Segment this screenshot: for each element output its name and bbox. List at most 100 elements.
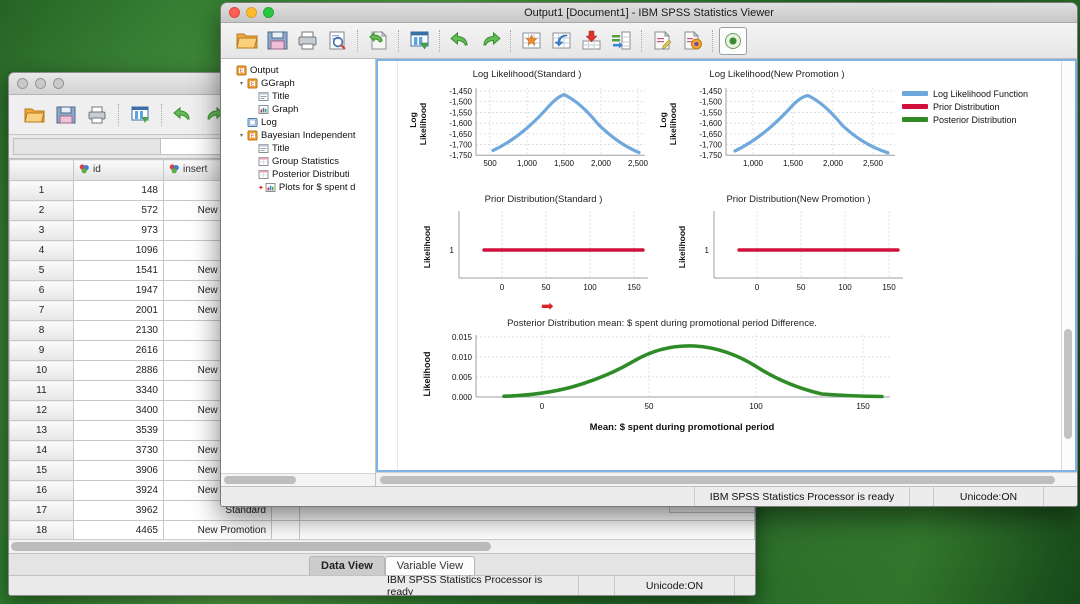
print-preview-icon[interactable]	[323, 27, 351, 55]
outline-pane[interactable]: E Output ▾ E GGraph Title Graph Log ▾ E Bayesian I…	[221, 59, 376, 486]
close-button[interactable]	[229, 7, 240, 18]
print-icon[interactable]	[83, 101, 111, 129]
redo-icon[interactable]	[476, 27, 504, 55]
outline-item-plots-for-spent-d[interactable]: ✦ Plots for $ spent d	[225, 181, 375, 194]
row-number-cell[interactable]: 7	[9, 300, 74, 321]
statistics-viewer-window[interactable]: Output1 [Document1] - IBM SPSS Statistic…	[220, 2, 1078, 507]
row-number-cell[interactable]: 9	[9, 340, 74, 361]
row-number-cell[interactable]: 10	[9, 360, 74, 381]
row-number-cell[interactable]: 14	[9, 440, 74, 461]
outline-twisty-icon[interactable]: ▾	[236, 80, 247, 87]
cell-id[interactable]: 3539	[73, 420, 164, 441]
row-number-cell[interactable]: 18	[9, 520, 74, 541]
output-canvas[interactable]: ➡ Log Likelihood(Standard ) Log Likeliho…	[376, 59, 1077, 472]
outline-item-ggraph[interactable]: ▾ E GGraph	[225, 77, 375, 90]
recall-dialog-icon[interactable]	[364, 27, 392, 55]
outline-tree[interactable]: E Output ▾ E GGraph Title Graph Log ▾ E Bayesian I…	[221, 59, 375, 473]
viewer-toolbar[interactable]	[221, 23, 1077, 59]
row-number-cell[interactable]: 16	[9, 480, 74, 501]
outline-item-bayesian-independent[interactable]: ▾ E Bayesian Independent	[225, 129, 375, 142]
outline-item-title[interactable]: Title	[225, 90, 375, 103]
cell-id[interactable]: 1541	[73, 260, 164, 281]
cell-id[interactable]: 4465	[73, 520, 164, 541]
maximize-button[interactable]	[53, 78, 64, 89]
cell-empty[interactable]	[271, 520, 300, 541]
tab-variable-view[interactable]: Variable View	[384, 556, 476, 575]
cell-id[interactable]: 2130	[73, 320, 164, 341]
goto-data-icon[interactable]	[405, 27, 433, 55]
row-number-cell[interactable]: 5	[9, 260, 74, 281]
output-pane[interactable]: ➡ Log Likelihood(Standard ) Log Likeliho…	[376, 59, 1077, 486]
row-number-cell[interactable]: 12	[9, 400, 74, 421]
window-controls[interactable]	[229, 7, 274, 18]
row-number-header[interactable]	[9, 159, 74, 181]
insert-object-icon[interactable]	[678, 27, 706, 55]
output-hscroll-thumb[interactable]	[380, 476, 1055, 484]
outline-item-group-statistics[interactable]: Group Statistics	[225, 155, 375, 168]
target-icon[interactable]	[719, 26, 747, 55]
outline-item-graph[interactable]: Graph	[225, 103, 375, 116]
row-number-cell[interactable]: 2	[9, 200, 74, 221]
cell-id[interactable]: 572	[73, 200, 164, 221]
cell-insert[interactable]: New Promotion	[163, 520, 272, 541]
open-file-icon[interactable]	[21, 101, 49, 129]
cell-id[interactable]: 973	[73, 220, 164, 241]
minimize-button[interactable]	[246, 7, 257, 18]
cell-name-box[interactable]	[13, 138, 161, 155]
row-number-cell[interactable]: 1	[9, 180, 74, 201]
row-number-cell[interactable]: 6	[9, 280, 74, 301]
tab-data-view[interactable]: Data View	[309, 556, 385, 575]
promote-icon[interactable]	[607, 27, 635, 55]
minimize-button[interactable]	[35, 78, 46, 89]
cell-id[interactable]: 3400	[73, 400, 164, 421]
cell-id[interactable]: 1947	[73, 280, 164, 301]
data-editor-view-tabs[interactable]: Data View Variable View	[9, 553, 755, 575]
cell-id[interactable]: 3906	[73, 460, 164, 481]
row-number-cell[interactable]: 11	[9, 380, 74, 401]
cell-id[interactable]: 2886	[73, 360, 164, 381]
output-vscrollbar[interactable]	[1061, 61, 1075, 470]
row-number-cell[interactable]: 17	[9, 500, 74, 521]
output-vscroll-thumb[interactable]	[1064, 329, 1072, 439]
outline-hscrollbar[interactable]	[221, 473, 375, 486]
cell-id[interactable]: 3730	[73, 440, 164, 461]
outline-hscroll-thumb[interactable]	[224, 476, 296, 484]
outline-item-log[interactable]: Log	[225, 116, 375, 129]
output-hscrollbar[interactable]	[376, 472, 1077, 486]
cell-id[interactable]: 148	[73, 180, 164, 201]
column-header-id[interactable]: id	[73, 159, 164, 181]
outline-item-output[interactable]: E Output	[225, 64, 375, 77]
goto-case-icon[interactable]	[517, 27, 545, 55]
cell-id[interactable]: 2616	[73, 340, 164, 361]
outline-item-title[interactable]: Title	[225, 142, 375, 155]
row-number-cell[interactable]: 3	[9, 220, 74, 241]
outline-item-posterior-distributi[interactable]: Posterior Distributi	[225, 168, 375, 181]
goto-data-icon[interactable]	[126, 101, 154, 129]
row-number-cell[interactable]: 8	[9, 320, 74, 341]
cell-id[interactable]: 3340	[73, 380, 164, 401]
open-file-icon[interactable]	[233, 27, 261, 55]
print-icon[interactable]	[293, 27, 321, 55]
data-grid-hscrollbar[interactable]	[9, 539, 755, 553]
insert-text-icon[interactable]	[648, 27, 676, 55]
insert-table-icon[interactable]	[547, 27, 575, 55]
viewer-titlebar[interactable]: Output1 [Document1] - IBM SPSS Statistic…	[221, 3, 1077, 23]
cell-empty[interactable]	[299, 520, 755, 541]
save-icon[interactable]	[52, 101, 80, 129]
maximize-button[interactable]	[263, 7, 274, 18]
row-number-cell[interactable]: 13	[9, 420, 74, 441]
save-icon[interactable]	[263, 27, 291, 55]
close-button[interactable]	[17, 78, 28, 89]
row-number-cell[interactable]: 4	[9, 240, 74, 261]
cell-id[interactable]: 3924	[73, 480, 164, 501]
undo-icon[interactable]	[446, 27, 474, 55]
outline-twisty-icon[interactable]: ▾	[236, 132, 247, 139]
row-number-cell[interactable]: 15	[9, 460, 74, 481]
cell-id[interactable]: 1096	[73, 240, 164, 261]
export-down-icon[interactable]	[577, 27, 605, 55]
cell-id[interactable]: 2001	[73, 300, 164, 321]
data-grid-hscroll-thumb[interactable]	[11, 542, 491, 551]
undo-icon[interactable]	[169, 101, 197, 129]
cell-id[interactable]: 3962	[73, 500, 164, 521]
table-row[interactable]: 18 4465 New Promotion	[9, 520, 755, 541]
